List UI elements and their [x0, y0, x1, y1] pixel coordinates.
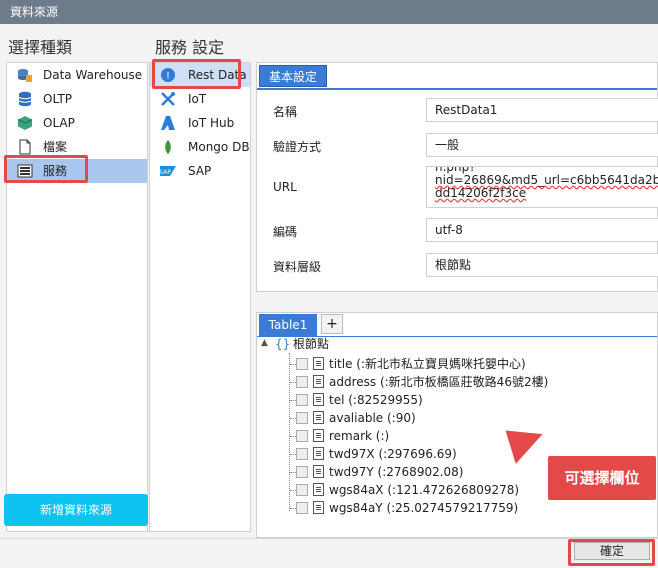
json-object-icon: {} — [275, 337, 291, 351]
url-label: URL — [273, 180, 297, 194]
svg-text:SAP: SAP — [160, 169, 171, 176]
field-label: twd97X (:297696.69) — [329, 447, 457, 461]
ok-button[interactable]: 確定 — [574, 542, 650, 560]
mongodb-icon — [160, 139, 176, 155]
category-item-olap[interactable]: OLAP — [7, 111, 147, 135]
service-item-iot[interactable]: IoT — [150, 87, 250, 111]
service-label: SAP — [188, 164, 212, 178]
data-warehouse-icon — [17, 67, 33, 83]
add-data-source-button[interactable]: 新增資料來源 — [4, 494, 148, 526]
url-field[interactable]: n.php? nid=26869&md5_url=c6bb5641da2b3ba… — [426, 166, 658, 208]
service-label: Rest Data — [188, 68, 247, 82]
field-checkbox[interactable] — [296, 448, 308, 460]
category-item-service[interactable]: 服務 — [7, 159, 147, 183]
category-label: 服務 — [43, 164, 68, 178]
field-label: wgs84aX (:121.472626809278) — [329, 483, 520, 497]
file-icon — [17, 139, 33, 155]
category-item-oltp[interactable]: OLTP — [7, 87, 147, 111]
table-panel: Table1 + ▲ {} 根節點 title (:新北市私立寶貝媽咪托嬰中心)… — [256, 312, 658, 538]
field-label: address (:新北市板橋區莊敬路46號2樓) — [329, 375, 549, 389]
window-titlebar: 資料來源 — [0, 0, 658, 24]
field-label: tel (:82529955) — [329, 393, 423, 407]
tree-root-label: 根節點 — [293, 337, 330, 351]
service-panel-title: 服務 設定 — [155, 38, 225, 57]
field-checkbox[interactable] — [296, 376, 308, 388]
svg-text:!: ! — [166, 71, 170, 82]
data-level-select[interactable]: 根節點 — [426, 253, 658, 277]
sap-icon: SAP — [159, 163, 176, 179]
service-list: ! Rest Data IoT IoT Hub Mongo DB SAP SAP — [149, 62, 251, 532]
field-icon — [313, 375, 324, 388]
footer-bar — [0, 538, 658, 568]
field-label: title (:新北市私立寶貝媽咪托嬰中心) — [329, 357, 526, 371]
category-label: Data Warehouse — [43, 68, 143, 82]
field-checkbox[interactable] — [296, 430, 308, 442]
rest-data-icon: ! — [160, 67, 176, 83]
category-panel-title: 選擇種類 — [8, 38, 73, 57]
service-item-sap[interactable]: SAP SAP — [150, 159, 250, 183]
tab-basic-settings[interactable]: 基本設定 — [259, 65, 327, 87]
field-checkbox[interactable] — [296, 358, 308, 370]
field-icon — [313, 393, 324, 406]
add-table-tab-button[interactable]: + — [321, 314, 343, 334]
category-label: 檔案 — [43, 140, 68, 154]
field-checkbox[interactable] — [296, 412, 308, 424]
service-icon — [17, 163, 33, 179]
field-label: avaliable (:90) — [329, 411, 416, 425]
select-fields-callout: 可選擇欄位 — [548, 456, 656, 500]
tab-underline — [257, 88, 657, 90]
field-label: twd97Y (:2768902.08) — [329, 465, 464, 479]
data-level-label: 資料層級 — [273, 260, 322, 274]
cube-icon — [17, 115, 33, 131]
field-icon — [313, 357, 324, 370]
service-label: Mongo DB — [188, 140, 250, 154]
window-title: 資料來源 — [10, 5, 59, 19]
service-item-mongodb[interactable]: Mongo DB — [150, 135, 250, 159]
service-label: IoT Hub — [188, 116, 235, 130]
category-label: OLAP — [43, 116, 75, 130]
field-checkbox[interactable] — [296, 484, 308, 496]
field-label: remark (:) — [329, 429, 390, 443]
category-item-data-warehouse[interactable]: Data Warehouse — [7, 63, 147, 87]
field-icon — [313, 447, 324, 460]
category-list: Data Warehouse OLTP OLAP 檔案 服務 — [6, 62, 148, 532]
encoding-label: 編碼 — [273, 225, 298, 239]
field-icon — [313, 483, 324, 496]
auth-method-label: 驗證方式 — [273, 140, 322, 154]
tree-line — [289, 353, 290, 511]
field-icon — [313, 411, 324, 424]
field-icon — [313, 501, 324, 514]
field-icon — [313, 429, 324, 442]
name-label: 名稱 — [273, 105, 298, 119]
category-label: OLTP — [43, 92, 73, 106]
tab-table1[interactable]: Table1 — [259, 314, 317, 336]
field-checkbox[interactable] — [296, 466, 308, 478]
url-line: dd14206f2f3ce — [435, 186, 527, 200]
service-item-rest-data[interactable]: ! Rest Data — [150, 63, 250, 87]
iot-icon — [160, 91, 176, 107]
name-field[interactable]: RestData1 — [426, 98, 658, 122]
settings-panel: 基本設定 名稱 RestData1 驗證方式 一般 URL n.php? nid… — [256, 62, 658, 292]
field-checkbox[interactable] — [296, 394, 308, 406]
encoding-select[interactable]: utf-8 — [426, 218, 658, 242]
field-icon — [313, 465, 324, 478]
service-item-iot-hub[interactable]: IoT Hub — [150, 111, 250, 135]
expand-icon[interactable]: ▲ — [261, 334, 268, 352]
field-label: wgs84aY (:25.0274579217759) — [329, 501, 519, 515]
auth-method-select[interactable]: 一般 — [426, 133, 658, 157]
iot-hub-icon — [160, 115, 176, 131]
category-item-file[interactable]: 檔案 — [7, 135, 147, 159]
service-label: IoT — [188, 92, 207, 106]
field-checkbox[interactable] — [296, 502, 308, 514]
database-icon — [17, 91, 33, 107]
